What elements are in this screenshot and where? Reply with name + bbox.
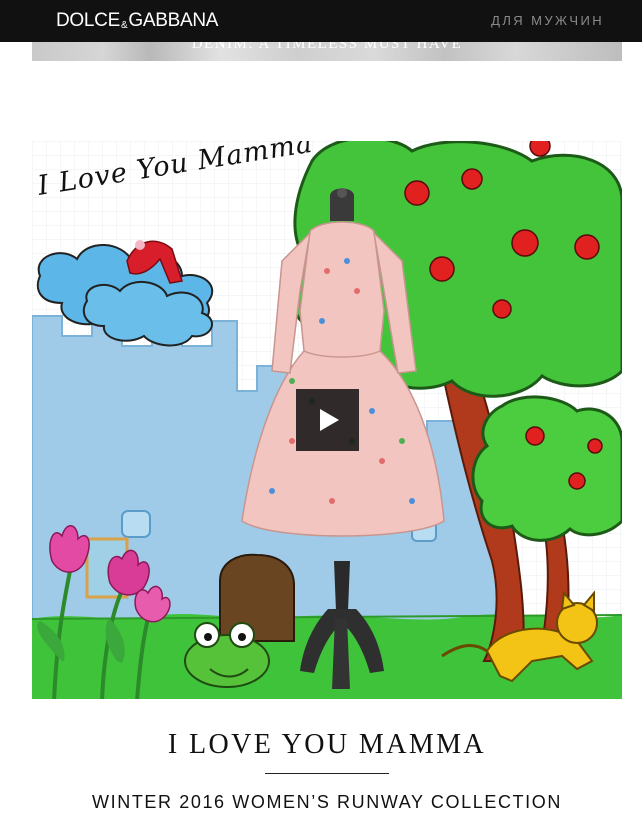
top-nav-bar: DOLCE&GABBANA ДЛЯ МУЖЧИН [0,0,642,42]
play-button[interactable] [296,389,359,451]
hero-video[interactable]: I Love You Mamma [32,141,622,699]
nav-link-men[interactable]: ДЛЯ МУЖЧИН [491,13,604,29]
feature-title[interactable]: I LOVE YOU MAMMA [32,728,622,762]
brand-logo-ampersand: & [120,20,128,31]
feature-subtitle[interactable]: WINTER 2016 WOMEN’S RUNWAY COLLECTION [32,791,622,813]
previous-banner-title: DENIM: A TIMELESS MUST HAVE [191,42,463,52]
brand-logo-left: DOLCE [56,10,120,31]
previous-banner-image[interactable]: DENIM: A TIMELESS MUST HAVE [32,42,622,61]
brand-logo-right: GABBANA [128,10,219,31]
play-icon [320,409,339,431]
brand-logo[interactable]: DOLCE&GABBANA [56,9,218,33]
title-divider [265,773,389,774]
